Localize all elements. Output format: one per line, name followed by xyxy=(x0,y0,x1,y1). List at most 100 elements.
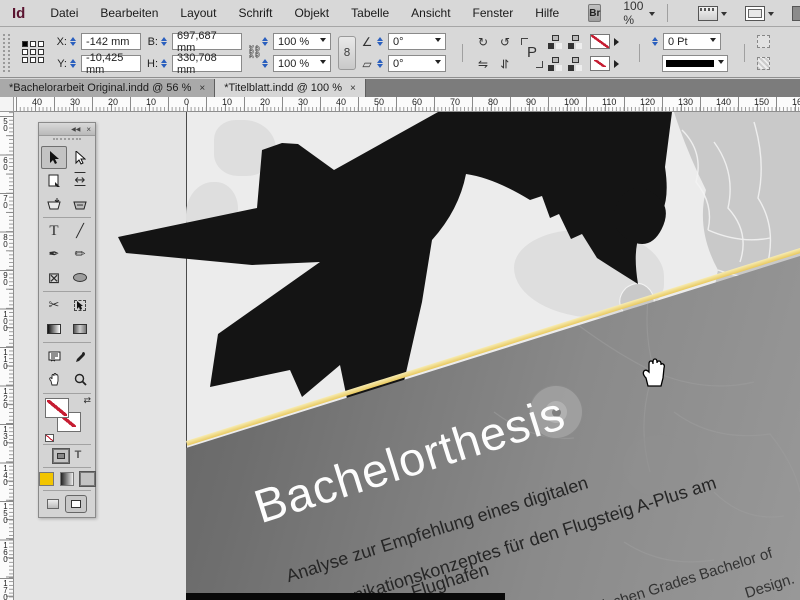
reference-point-proxy[interactable] xyxy=(22,40,46,65)
close-icon[interactable]: × xyxy=(350,83,356,94)
width-spinner[interactable] xyxy=(161,34,170,49)
formatting-affects-container-button[interactable] xyxy=(51,448,70,464)
stroke-weight-field[interactable]: 0 Pt xyxy=(663,33,721,50)
vertical-ruler[interactable]: 50 60 70 80 90 100 110 120 130 140 150 160 170 xyxy=(0,112,14,600)
stroke-weight-spinner[interactable] xyxy=(652,34,661,49)
ruler-label: 70 xyxy=(3,194,8,210)
line-tool[interactable]: ╱ xyxy=(67,220,93,243)
apply-gradient-button[interactable] xyxy=(59,472,75,486)
collapse-panel-icon[interactable]: ◀◀ xyxy=(71,126,80,133)
menu-layout[interactable]: Layout xyxy=(169,2,227,24)
screen-mode-button[interactable] xyxy=(745,4,775,22)
ruler-corner-box[interactable] xyxy=(0,97,14,112)
normal-view-mode-button[interactable] xyxy=(65,495,87,513)
bridge-button[interactable]: Br xyxy=(588,4,602,22)
corner-options-button[interactable] xyxy=(757,35,770,48)
rotation-angle-field[interactable]: 0° xyxy=(388,33,446,50)
zoom-level-control[interactable]: 100 % xyxy=(623,0,656,27)
menu-hilfe[interactable]: Hilfe xyxy=(524,2,570,24)
type-tool[interactable]: T xyxy=(41,220,67,243)
select-next-object-button[interactable] xyxy=(547,56,562,71)
apply-none-button[interactable] xyxy=(79,471,96,487)
free-transform-tool[interactable] xyxy=(67,294,93,317)
workspace-button[interactable] xyxy=(792,4,800,22)
apply-color-button[interactable] xyxy=(39,472,54,486)
document-canvas[interactable]: Bachelorthesis Analyse zur Empfehlung ei… xyxy=(14,112,800,600)
scale-x-field[interactable]: 100 % xyxy=(273,33,331,50)
presentation-mode-button[interactable] xyxy=(47,499,59,509)
pencil-tool[interactable]: ✏ xyxy=(67,243,93,266)
shear-angle-field[interactable]: 0° xyxy=(388,55,446,72)
width-field[interactable]: 697,687 mm xyxy=(172,30,242,54)
flip-horizontal-button[interactable]: ⇋ xyxy=(475,57,491,71)
view-options-button[interactable] xyxy=(698,4,728,22)
selection-tool[interactable] xyxy=(41,146,67,169)
select-previous-object-button[interactable] xyxy=(567,34,582,49)
height-spinner[interactable] xyxy=(161,56,170,71)
stroke-type-select[interactable] xyxy=(662,55,728,72)
zoom-tool[interactable] xyxy=(67,368,93,391)
default-fill-stroke-icon[interactable] xyxy=(45,434,54,442)
select-content-button[interactable] xyxy=(547,34,562,49)
fill-swatch-none[interactable] xyxy=(590,34,610,49)
menu-ansicht[interactable]: Ansicht xyxy=(400,2,461,24)
gap-tool[interactable]: ↔ xyxy=(67,169,93,192)
hand-tool[interactable] xyxy=(41,368,67,391)
eyedropper-tool[interactable] xyxy=(67,345,93,368)
shear-spinner[interactable] xyxy=(377,56,386,71)
tab-titelblatt[interactable]: *Titelblatt.indd @ 100 % × xyxy=(215,79,366,97)
scale-y-field[interactable]: 100 % xyxy=(273,55,331,72)
rotate-cw-button[interactable]: ↻ xyxy=(475,35,491,49)
ruler-label: 0 xyxy=(184,97,190,107)
flip-vertical-button[interactable]: ⇋ xyxy=(498,56,512,72)
ruler-label: 100 xyxy=(3,309,8,333)
constrain-dimensions-icon[interactable]: ⛓ xyxy=(246,45,263,60)
menu-objekt[interactable]: Objekt xyxy=(283,2,340,24)
rectangle-frame-tool[interactable]: ⊠ xyxy=(41,266,67,289)
ellipse-tool[interactable] xyxy=(67,266,93,289)
gradient-swatch-tool[interactable] xyxy=(41,317,67,340)
toolbox-title-bar[interactable]: ◀◀ × xyxy=(39,123,95,136)
content-collector-tool[interactable] xyxy=(41,192,67,215)
stroke-flyout-arrow-icon[interactable] xyxy=(614,59,623,68)
toolbox-grip-handle[interactable] xyxy=(53,138,81,144)
content-placer-tool[interactable] xyxy=(67,192,93,215)
x-position-field[interactable]: -142 mm xyxy=(81,33,141,50)
formatting-affects-text-button[interactable]: T xyxy=(75,449,82,463)
constrain-scale-link-button[interactable]: 8 xyxy=(338,35,356,70)
x-spinner[interactable] xyxy=(70,34,79,49)
rotate-ccw-button[interactable]: ↺ xyxy=(497,35,513,49)
stroke-swatch-none[interactable] xyxy=(590,56,610,71)
y-position-field[interactable]: -10,425 mm xyxy=(81,52,141,76)
ruler-label: 130 xyxy=(678,97,694,107)
menu-fenster[interactable]: Fenster xyxy=(462,2,525,24)
divider xyxy=(744,43,745,62)
close-icon[interactable]: × xyxy=(86,125,91,134)
select-parent-button[interactable] xyxy=(567,56,582,71)
fill-flyout-arrow-icon[interactable] xyxy=(614,37,623,46)
close-icon[interactable]: × xyxy=(199,83,205,94)
menu-schrift[interactable]: Schrift xyxy=(227,2,283,24)
scale-x-spinner[interactable] xyxy=(262,34,271,49)
scale-y-spinner[interactable] xyxy=(262,56,271,71)
fill-stroke-controls: ⇄ xyxy=(45,396,95,442)
y-spinner[interactable] xyxy=(70,56,79,71)
scissors-tool[interactable]: ✂ xyxy=(41,294,67,317)
menu-tabelle[interactable]: Tabelle xyxy=(340,2,400,24)
select-container-button[interactable]: P xyxy=(521,37,543,68)
menu-datei[interactable]: Datei xyxy=(39,2,89,24)
note-tool[interactable] xyxy=(41,345,67,368)
horizontal-ruler[interactable]: 40 30 20 10 0 10 20 30 40 50 60 70 80 90 100 110 120 130 1… xyxy=(14,97,800,112)
direct-selection-tool[interactable] xyxy=(67,146,93,169)
gradient-feather-tool[interactable] xyxy=(67,317,93,340)
menu-bearbeiten[interactable]: Bearbeiten xyxy=(89,2,169,24)
swap-fill-stroke-icon[interactable]: ⇄ xyxy=(83,396,91,406)
height-field[interactable]: 330,708 mm xyxy=(172,52,242,76)
fill-color-swatch-none[interactable] xyxy=(45,398,69,418)
rotation-spinner[interactable] xyxy=(377,34,386,49)
tab-bachelorarbeit-original[interactable]: *Bachelorarbeit Original.indd @ 56 % × xyxy=(0,79,216,97)
page-tool[interactable] xyxy=(41,169,67,192)
effects-button[interactable] xyxy=(757,57,770,70)
pen-tool[interactable]: ✒ xyxy=(41,243,67,266)
panel-grip-handle[interactable] xyxy=(3,33,10,72)
